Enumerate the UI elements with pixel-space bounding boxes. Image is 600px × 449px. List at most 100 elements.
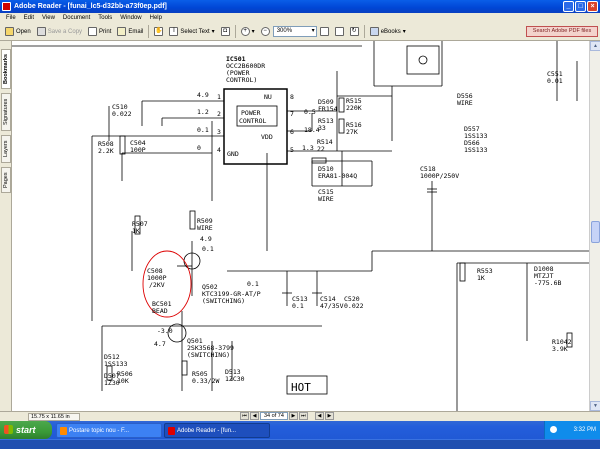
taskbar-item-browser[interactable]: Postare topic nou - F... bbox=[56, 423, 162, 438]
component-label: -3.0 bbox=[157, 327, 173, 335]
forward-button[interactable]: ▶ bbox=[324, 412, 334, 420]
component-label: 10K bbox=[117, 377, 129, 385]
component-label: 22 bbox=[317, 145, 325, 153]
fit-page-button[interactable] bbox=[317, 25, 332, 39]
component-label: 0.022 bbox=[112, 110, 132, 118]
hot-label: HOT bbox=[291, 381, 311, 394]
maximize-button[interactable]: □ bbox=[575, 1, 586, 12]
menu-window[interactable]: Window bbox=[116, 15, 145, 21]
component-label: 33 bbox=[318, 124, 326, 132]
voltage: 0 bbox=[197, 144, 201, 152]
fit-width-icon bbox=[334, 27, 344, 36]
component-label: 1ZC30 bbox=[225, 375, 245, 383]
minimize-button[interactable]: _ bbox=[563, 1, 574, 12]
pin-3: 3 bbox=[217, 128, 221, 136]
zoom-in-button[interactable]: + ▾ bbox=[238, 25, 258, 39]
open-button[interactable]: Open bbox=[2, 25, 34, 39]
schematic-wires bbox=[12, 41, 589, 411]
first-page-button[interactable]: ⏮ bbox=[240, 412, 249, 420]
component-label: 1K bbox=[477, 274, 485, 282]
chevron-down-icon: ▾ bbox=[211, 29, 215, 35]
component-label: (SWITCHING) bbox=[187, 351, 230, 359]
close-button[interactable]: × bbox=[587, 1, 598, 12]
browser-icon bbox=[60, 427, 67, 435]
folder-icon bbox=[5, 27, 14, 36]
component-label: 220K bbox=[346, 104, 362, 112]
tab-layers[interactable]: Layers bbox=[1, 135, 11, 163]
rotate-button[interactable]: ↻ bbox=[347, 25, 362, 39]
toolbar-separator bbox=[363, 25, 365, 38]
tab-bookmarks[interactable]: Bookmarks bbox=[1, 49, 11, 89]
chevron-down-icon: ▾ bbox=[402, 29, 406, 35]
pin-1: 1 bbox=[217, 93, 221, 101]
menu-document[interactable]: Document bbox=[59, 15, 94, 21]
menu-help[interactable]: Help bbox=[146, 15, 166, 21]
taskbar-item-adobe-reader[interactable]: Adobe Reader - [fun... bbox=[164, 423, 270, 438]
scroll-up-arrow[interactable]: ▲ bbox=[590, 41, 600, 51]
component-label: 1SS133 bbox=[464, 146, 488, 154]
save-copy-button[interactable]: Save a Copy bbox=[34, 25, 85, 39]
menu-tools[interactable]: Tools bbox=[94, 15, 116, 21]
previous-page-button[interactable]: ◀ bbox=[250, 412, 259, 420]
start-button[interactable]: start bbox=[0, 421, 52, 439]
hand-icon: ✋ bbox=[154, 27, 164, 36]
component-label: 1000P/250V bbox=[420, 172, 459, 180]
scroll-down-arrow[interactable]: ▼ bbox=[590, 401, 600, 411]
adobe-reader-icon bbox=[2, 2, 11, 11]
pin-label-gnd: GND bbox=[227, 150, 239, 158]
status-bar: 15.75 x 11.65 in ⏮ ◀ 34 of 74 ▶ ⏭ ◀ ▶ bbox=[0, 411, 600, 421]
title-bar: Adobe Reader - [funai_lc5-d32bb-a73f0ep.… bbox=[0, 0, 600, 13]
document-view[interactable]: IC501 OCC2B600DR (POWER CONTROL) POWER C… bbox=[12, 41, 589, 411]
component-label: WIRE bbox=[197, 224, 213, 232]
network-icon[interactable] bbox=[550, 426, 557, 433]
adobe-reader-icon bbox=[168, 427, 175, 435]
back-button[interactable]: ◀ bbox=[314, 412, 324, 420]
toolbar: Open Save a Copy Print Email ✋ I Select T… bbox=[0, 23, 600, 41]
open-label: Open bbox=[16, 28, 31, 35]
ic-box-1: POWER bbox=[241, 109, 261, 117]
pin-label-nu: NU bbox=[264, 93, 272, 101]
camera-icon: ◘ bbox=[220, 27, 230, 36]
menu-file[interactable]: File bbox=[2, 15, 20, 21]
zoom-select[interactable]: 300% bbox=[272, 26, 317, 37]
fit-width-button[interactable] bbox=[332, 25, 347, 39]
hand-tool-button[interactable]: ✋ bbox=[151, 25, 166, 39]
email-icon bbox=[117, 27, 127, 36]
component-label: WIRE bbox=[318, 195, 334, 203]
ic-box-2: CONTROL bbox=[239, 117, 266, 125]
scroll-thumb[interactable] bbox=[591, 221, 600, 243]
text-cursor-icon: I bbox=[169, 27, 179, 36]
printer-icon bbox=[88, 27, 98, 36]
zoom-out-button[interactable]: − bbox=[258, 25, 273, 39]
voltage: 4.9 bbox=[197, 91, 209, 99]
menu-edit[interactable]: Edit bbox=[20, 15, 38, 21]
system-tray: 3:32 PM bbox=[544, 421, 600, 439]
component-label: ERA81-004Q bbox=[318, 172, 357, 180]
component-label: WIRE bbox=[457, 99, 473, 107]
component-label: FR154 bbox=[318, 105, 338, 113]
page-navigation: ⏮ ◀ 34 of 74 ▶ ⏭ ◀ ▶ bbox=[240, 412, 334, 420]
menu-view[interactable]: View bbox=[38, 15, 59, 21]
page-indicator[interactable]: 34 of 74 bbox=[260, 412, 288, 420]
save-copy-label: Save a Copy bbox=[47, 28, 83, 35]
last-page-button[interactable]: ⏭ bbox=[298, 412, 308, 420]
search-adobe-pdf-button[interactable]: Search Adobe PDF files bbox=[526, 26, 598, 37]
select-text-button[interactable]: I Select Text ▾ bbox=[166, 25, 217, 39]
ebooks-button[interactable]: eBooks ▾ bbox=[367, 25, 409, 39]
tab-pages[interactable]: Pages bbox=[1, 167, 11, 193]
next-page-button[interactable]: ▶ bbox=[288, 412, 298, 420]
pin-label-vdd: VDD bbox=[261, 133, 273, 141]
clock: 3:32 PM bbox=[573, 427, 596, 433]
ic-func-2: CONTROL) bbox=[226, 76, 257, 84]
component-label: 1K bbox=[132, 227, 140, 235]
component-label: 4.9 bbox=[200, 235, 212, 243]
toolbar-separator bbox=[234, 25, 236, 38]
print-button[interactable]: Print bbox=[85, 25, 114, 39]
tab-signatures[interactable]: Signatures bbox=[1, 93, 11, 131]
component-label: (SWITCHING) bbox=[202, 297, 245, 305]
vertical-scrollbar[interactable]: ▲ ▼ bbox=[589, 41, 600, 411]
window-title: Adobe Reader - [funai_lc5-d32bb-a73f0ep.… bbox=[14, 3, 167, 10]
voltage: 0.5 bbox=[304, 108, 316, 116]
snapshot-button[interactable]: ◘ bbox=[218, 25, 233, 39]
email-button[interactable]: Email bbox=[114, 25, 146, 39]
